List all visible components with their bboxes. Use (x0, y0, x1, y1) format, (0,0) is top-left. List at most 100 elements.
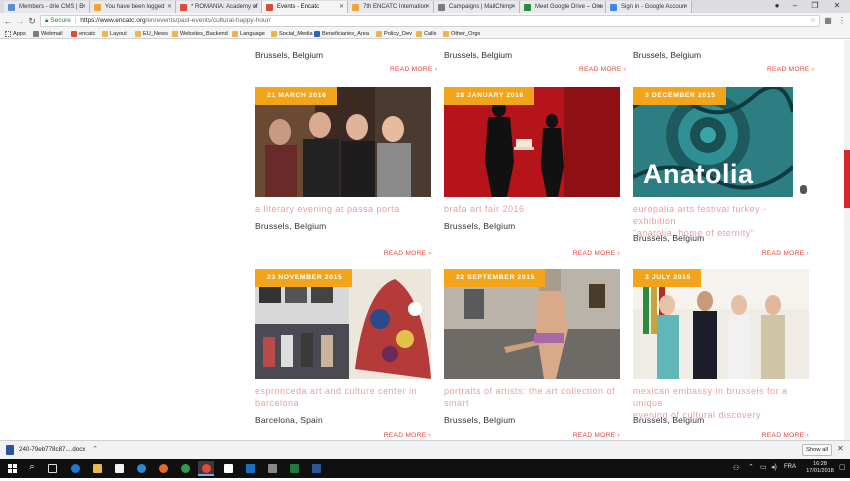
network-icon[interactable]: ▭ (760, 463, 767, 471)
firefox-icon[interactable] (155, 461, 171, 476)
menu-icon[interactable]: ⋮ (836, 15, 848, 27)
close-tab-icon[interactable]: ✕ (511, 1, 516, 13)
browser-tab-strip: Members - drie CMS | E ✕ You have been l… (0, 0, 850, 13)
bookmark-webmail[interactable]: Webmail (33, 29, 63, 39)
poster-overlay-text: Anatolia (643, 159, 754, 189)
read-more-link[interactable]: READ MORE › (762, 432, 809, 439)
apps-grid-icon (5, 31, 11, 37)
close-tab-icon[interactable]: ✕ (81, 1, 86, 13)
event-title-line: barcelona (255, 398, 300, 408)
event-title[interactable]: brafa art fair 2016 (444, 203, 525, 215)
file-explorer-icon[interactable] (89, 461, 105, 476)
bookmark-encatc[interactable]: encatc (71, 29, 95, 39)
download-item[interactable]: 240-79eb778c87....docx ⌃ (6, 443, 98, 457)
event-title[interactable]: a literary evening at passa porta (255, 203, 400, 215)
event-card[interactable]: 23 NOVEMBER 2015 espronceda art and cult… (255, 269, 431, 440)
mail-icon[interactable] (220, 461, 236, 476)
tab-romania-academy[interactable]: * ROMANIA: Academy of ✕ (176, 1, 262, 13)
store-icon[interactable] (111, 461, 127, 476)
event-title[interactable]: espronceda art and culture center in bar… (255, 385, 417, 409)
tab-mailchimp[interactable]: Campaigns | MailChimp ✕ (434, 1, 520, 13)
folder-icon (376, 31, 382, 37)
chrome-active-icon[interactable] (198, 461, 214, 476)
bookmark-websites-backend[interactable]: Websites_Backend (172, 29, 228, 39)
system-clock[interactable]: 16:28 17/01/2018 (800, 461, 840, 475)
close-tab-icon[interactable]: ✕ (597, 1, 602, 13)
extension-icon[interactable]: ▦ (822, 15, 834, 27)
tab-events-encatc[interactable]: Events - Encatc ✕ (262, 1, 348, 13)
tab-google-sign-in[interactable]: Sign in - Google Accoun ✕ (606, 1, 692, 13)
tab-members-drie-cms[interactable]: Members - drie CMS | E ✕ (4, 1, 90, 13)
event-card[interactable]: 21 MARCH 2016 a literary evening at pass… (255, 87, 431, 262)
close-tab-icon[interactable]: ✕ (425, 1, 430, 13)
language-indicator[interactable]: FRA (784, 464, 796, 470)
read-more-link[interactable]: READ MORE › (573, 250, 620, 257)
close-tab-icon[interactable]: ✕ (167, 1, 172, 13)
minimize-window-icon[interactable]: – (786, 0, 804, 13)
show-all-button[interactable]: Show all (802, 444, 832, 456)
word-document-icon (6, 445, 14, 455)
bookmark-social-media[interactable]: Social_Media (271, 29, 313, 39)
back-icon[interactable]: ← (2, 15, 14, 27)
bookmark-language[interactable]: Language (232, 29, 265, 39)
restore-window-icon[interactable]: ❐ (806, 0, 824, 13)
tab-google-drive[interactable]: Meet Google Drive – One ✕ (520, 1, 606, 13)
event-location: Brussels, Belgium (255, 221, 327, 231)
favicon-icon (610, 4, 617, 11)
close-window-icon[interactable]: ✕ (828, 0, 846, 13)
read-more-link[interactable]: READ MORE › (384, 250, 431, 257)
scrollbar-thumb[interactable] (844, 150, 850, 208)
close-tab-icon[interactable]: ✕ (683, 1, 688, 13)
profile-icon[interactable]: ● (768, 0, 786, 13)
event-location: Brussels, Belgium (444, 221, 516, 231)
event-card[interactable]: 28 JANUARY 2016 brafa art fair 2016 Brus… (444, 87, 620, 262)
bookmark-layout[interactable]: Layout (102, 29, 127, 39)
reload-icon[interactable]: ↻ (26, 15, 38, 27)
word-icon[interactable] (308, 461, 324, 476)
event-date-badge: 22 SEPTEMBER 2015 (444, 269, 545, 287)
bookmark-beneficiaries-area[interactable]: Beneficiaries_Area (314, 29, 369, 39)
chevron-up-icon[interactable]: ⌃ (92, 443, 98, 457)
read-more-link[interactable]: READ MORE › (762, 250, 809, 257)
notifications-icon[interactable]: ▢ (839, 463, 846, 471)
close-tab-icon[interactable]: ✕ (253, 1, 258, 13)
page-scrollbar[interactable] (844, 40, 850, 440)
close-tab-icon[interactable]: ✕ (339, 1, 344, 13)
bookmark-calls[interactable]: Calls (416, 29, 436, 39)
event-title[interactable]: portraits of artists: the art collection… (444, 385, 615, 409)
windows-logo-icon (8, 464, 17, 473)
event-title-line: portraits of artists: the art collection… (444, 386, 616, 396)
tray-chevron-icon[interactable]: ⌃ (748, 463, 754, 471)
bookmark-eu-news[interactable]: EU_News (135, 29, 168, 39)
bookmark-policy-dev[interactable]: Policy_Dev (376, 29, 412, 39)
outlook-icon[interactable] (242, 461, 258, 476)
start-button[interactable] (4, 461, 20, 476)
bookmark-star-icon[interactable]: ☆ (810, 16, 816, 26)
forward-icon[interactable]: → (14, 15, 26, 27)
bookmark-other-orgs[interactable]: Other_Orgs (443, 29, 480, 39)
event-card[interactable]: 3 JULY 2015 mexican embassy in brussels … (633, 269, 809, 440)
task-view-icon[interactable] (44, 461, 60, 476)
volume-icon[interactable]: ◂) (771, 463, 777, 471)
event-card[interactable]: 22 SEPTEMBER 2015 portraits of artists: … (444, 269, 620, 440)
excel-icon[interactable] (286, 461, 302, 476)
calculator-icon[interactable] (264, 461, 280, 476)
bookmark-label: Webmail (41, 31, 63, 37)
event-card[interactable]: Anatolia 3 DECEMBER 2015 europalia arts … (633, 87, 809, 262)
read-more-link[interactable]: READ MORE › (384, 432, 431, 439)
bookmark-apps[interactable]: Apps (5, 29, 26, 39)
people-icon[interactable]: ⚇ (733, 464, 739, 472)
event-date-badge: 23 NOVEMBER 2015 (255, 269, 353, 287)
tab-encatc-international[interactable]: 7th ENCATC Internation ✕ (348, 1, 434, 13)
internet-explorer-icon[interactable] (133, 461, 149, 476)
close-icon[interactable]: ✕ (837, 444, 844, 453)
read-more-link[interactable]: READ MORE › (573, 432, 620, 439)
tab-logged-out[interactable]: You have been logged ✕ (90, 1, 176, 13)
edge-icon[interactable] (67, 461, 83, 476)
search-icon[interactable]: ⌕ (24, 461, 40, 476)
address-bar[interactable]: 🔒︎ Secure | https://www.encatc.org/en/ev… (40, 15, 820, 27)
url-path: /en/events/past-events/cultural-happy-ho… (145, 17, 271, 24)
read-more-link[interactable]: READ MORE › (767, 66, 850, 73)
excel-glyph (290, 464, 299, 473)
chrome-icon[interactable] (177, 461, 193, 476)
